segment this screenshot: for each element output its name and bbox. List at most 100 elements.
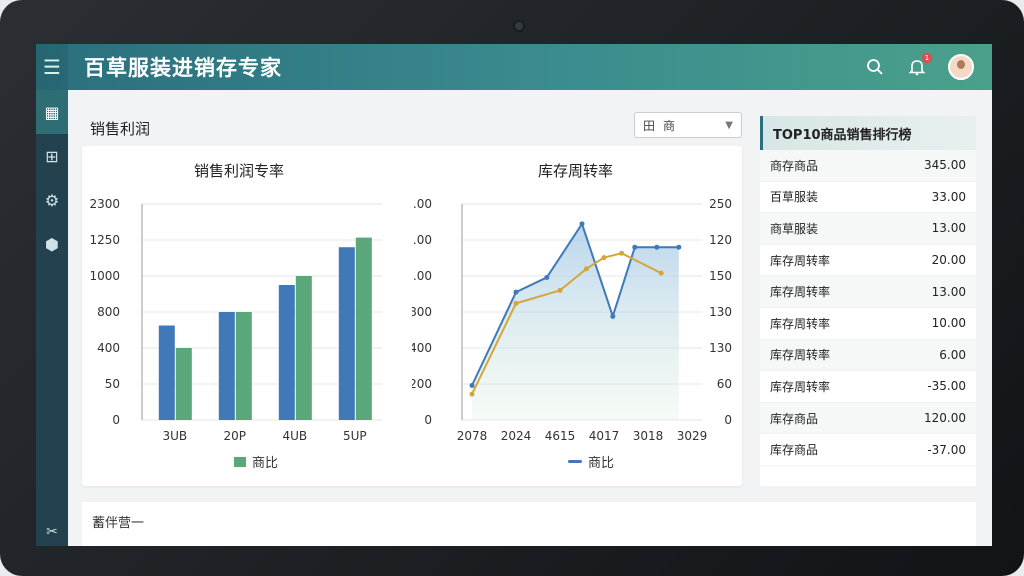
gear-icon: ⚙ bbox=[44, 190, 60, 210]
ranking-panel: TOP10商品销售排行榜 商存商品 345.00 百草服装 33.00 商草服装 13.0… bbox=[760, 116, 976, 486]
bar bbox=[158, 325, 175, 420]
table-row[interactable]: 库存周转率 13.00 bbox=[760, 276, 976, 308]
table-row[interactable]: 百草服装 33.00 bbox=[760, 182, 976, 214]
section-title: 销售利润 bbox=[90, 120, 151, 138]
data-point bbox=[557, 287, 563, 293]
grid-icon: ⊞ bbox=[45, 146, 59, 166]
bar bbox=[235, 312, 252, 420]
y-tick-label: 25.00 bbox=[412, 233, 432, 247]
data-point bbox=[469, 382, 475, 388]
scissors-icon[interactable]: ✂ bbox=[36, 524, 68, 540]
rank-item-name: 库存周转率 bbox=[770, 253, 831, 268]
y-tick-label: 400 bbox=[412, 341, 432, 355]
x-tick-label: 5UP bbox=[343, 429, 367, 443]
y2-tick-label: 130 bbox=[709, 341, 732, 355]
bell-icon[interactable]: 1 bbox=[906, 53, 932, 78]
data-point bbox=[583, 266, 589, 272]
y-tick-label: 400 bbox=[97, 341, 120, 355]
y-tick-label: 23.00 bbox=[412, 197, 432, 211]
top-bar: ☰ 百草服装进销存专家 1 bbox=[36, 44, 992, 90]
data-point bbox=[469, 391, 475, 397]
bar-legend-label: 商比 bbox=[252, 456, 279, 471]
menu-icon[interactable]: ☰ bbox=[36, 44, 68, 90]
sidebar-item-settings[interactable]: ⚙ bbox=[36, 178, 68, 222]
table-row[interactable]: 库存商品 120.00 bbox=[760, 402, 976, 435]
x-tick-label: 3029 bbox=[677, 429, 708, 443]
x-tick-label: 4615 bbox=[545, 429, 576, 443]
calendar-icon: 田 bbox=[643, 118, 656, 133]
sidebar-item-grid[interactable]: ⊞ bbox=[36, 134, 68, 178]
package-icon: ⬢ bbox=[45, 234, 59, 254]
bar-chart-title: 销售利润专率 bbox=[194, 162, 285, 180]
rank-item-name: 百草服装 bbox=[770, 190, 819, 205]
y2-tick-label: 150 bbox=[709, 269, 732, 283]
x-tick-label: 2024 bbox=[501, 429, 532, 443]
avatar[interactable] bbox=[948, 54, 974, 80]
table-row[interactable]: 库存周转率 -35.00 bbox=[760, 371, 976, 403]
y-tick-label: 1250 bbox=[89, 233, 120, 247]
y2-tick-label: 60 bbox=[717, 377, 732, 391]
data-point bbox=[513, 289, 519, 295]
rank-item-value: 33.00 bbox=[931, 189, 966, 204]
x-tick-label: 20P bbox=[224, 429, 247, 443]
line-chart-title: 库存周转率 bbox=[538, 162, 614, 180]
ranking-list: 商存商品 345.00 百草服装 33.00 商草服装 13.00 库存周转率 20.00 库存… bbox=[760, 150, 976, 466]
table-row[interactable]: 库存周转率 6.00 bbox=[760, 339, 976, 372]
sidebar-item-inventory[interactable]: ⬢ bbox=[36, 222, 68, 266]
rank-item-value: 10.00 bbox=[931, 316, 966, 331]
x-tick-label: 3018 bbox=[633, 429, 664, 443]
dashboard-icon: ▦ bbox=[44, 102, 60, 122]
bottom-card: 蓄伴营一 bbox=[82, 502, 976, 546]
bar bbox=[295, 276, 312, 420]
period-select[interactable]: 田 商 ▼ bbox=[634, 112, 742, 138]
y2-tick-label: 120 bbox=[709, 233, 732, 247]
data-point bbox=[579, 221, 585, 227]
bar bbox=[338, 247, 355, 420]
rank-item-name: 库存周转率 bbox=[770, 379, 831, 394]
x-tick-label: 3UB bbox=[162, 429, 187, 443]
rank-item-value: 120.00 bbox=[924, 411, 966, 426]
table-row[interactable]: 商存商品 345.00 bbox=[760, 150, 976, 182]
table-row[interactable]: 库存商品 -37.00 bbox=[760, 434, 976, 466]
table-row[interactable]: 商草服装 13.00 bbox=[760, 213, 976, 245]
main-content: 销售利润 田 商 ▼ 销售利润专率 库存周转率 0 50 400 800 1000 125… bbox=[68, 90, 992, 546]
charts-card: 销售利润专率 库存周转率 0 50 400 800 1000 1250 2300 3UB 20P… bbox=[82, 146, 742, 486]
rank-item-name: 库存商品 bbox=[770, 411, 819, 426]
header-actions: 1 bbox=[864, 44, 974, 90]
sidebar-item-dashboard[interactable]: ▦ bbox=[36, 90, 68, 134]
bar bbox=[278, 285, 295, 420]
rank-item-value: 13.00 bbox=[931, 221, 966, 236]
y-tick-label: 0 bbox=[112, 413, 120, 427]
notification-badge: 1 bbox=[922, 53, 932, 63]
data-point bbox=[658, 270, 664, 276]
y-tick-label: 0 bbox=[424, 413, 432, 427]
y-tick-label: 2300 bbox=[89, 197, 120, 211]
search-icon[interactable] bbox=[864, 56, 886, 78]
data-point bbox=[654, 244, 660, 250]
bar-chart: 0 50 400 800 1000 1250 2300 3UB 20P 4UB 5UP bbox=[89, 197, 382, 443]
chevron-down-icon: ▼ bbox=[725, 119, 733, 131]
bar-legend: 商比 bbox=[234, 452, 278, 471]
rank-item-name: 库存商品 bbox=[770, 443, 819, 458]
rank-item-name: 库存周转率 bbox=[770, 316, 831, 331]
rank-item-value: -35.00 bbox=[927, 379, 966, 394]
y-tick-label: 800 bbox=[412, 305, 432, 319]
bar bbox=[218, 312, 235, 420]
data-point bbox=[676, 244, 682, 250]
legend-swatch bbox=[234, 456, 246, 467]
line-chart: 0 200 400 800 10.00 25.00 23.00 0 60 130 130 150 120… bbox=[412, 197, 732, 443]
y-tick-label: 200 bbox=[412, 377, 432, 391]
rank-item-value: 6.00 bbox=[939, 347, 966, 362]
table-row[interactable]: 库存周转率 10.00 bbox=[760, 308, 976, 340]
rank-item-value: -37.00 bbox=[927, 442, 966, 457]
table-row[interactable]: 库存周转率 20.00 bbox=[760, 245, 976, 277]
y-tick-label: 1000 bbox=[89, 269, 120, 283]
y-tick-label: 800 bbox=[97, 305, 120, 319]
webcam bbox=[515, 22, 523, 30]
rank-item-value: 13.00 bbox=[931, 284, 966, 299]
y-tick-label: 50 bbox=[105, 377, 120, 391]
rank-item-value: 345.00 bbox=[924, 158, 966, 173]
line-legend-label: 商比 bbox=[588, 456, 615, 471]
data-point bbox=[601, 255, 607, 261]
rank-item-name: 商存商品 bbox=[770, 158, 819, 173]
